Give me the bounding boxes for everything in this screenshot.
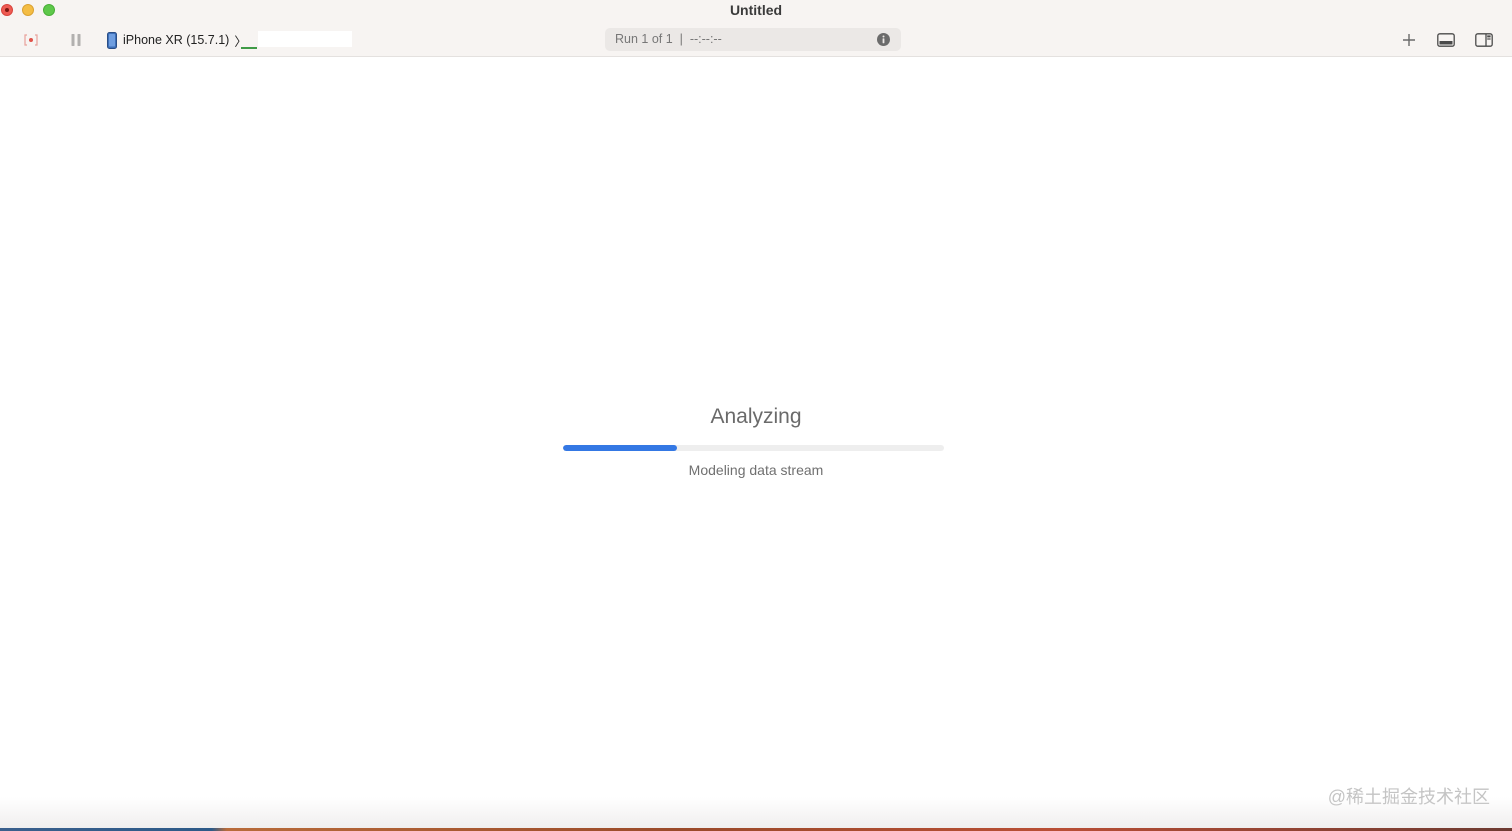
bottom-panel-icon — [1437, 33, 1455, 47]
record-icon — [24, 34, 38, 46]
analyzing-title: Analyzing — [710, 405, 802, 428]
watermark: @稀土掘金技术社区 — [1327, 787, 1490, 807]
device-target-picker[interactable]: iPhone XR (15.7.1) 〉 — [107, 29, 247, 51]
target-process-name[interactable] — [258, 31, 352, 47]
right-panel-icon — [1475, 33, 1493, 47]
run-status-field: Run 1 of 1 | --:--:-- — [605, 28, 901, 51]
device-label: iPhone XR (15.7.1) — [123, 33, 230, 47]
info-icon[interactable] — [877, 33, 890, 46]
analysis-content: Analyzing Modeling data stream — [0, 57, 1512, 831]
toggle-right-pane-button[interactable] — [1472, 29, 1496, 51]
analysis-progress-bar — [563, 445, 944, 451]
run-status-text: Run 1 of 1 | --:--:-- — [615, 32, 722, 46]
minimize-window-button[interactable] — [22, 4, 34, 16]
analysis-progress-fill — [563, 445, 678, 451]
pause-button[interactable] — [64, 30, 88, 50]
record-button[interactable] — [19, 30, 43, 50]
iphone-icon — [107, 31, 117, 49]
toolbar: Untitled iPhone XR (15.7.1) 〉 Run 1 of 1… — [0, 0, 1512, 57]
plus-icon — [1403, 34, 1415, 46]
progress-status-text: Modeling data stream — [688, 462, 824, 478]
instruments-window: Untitled iPhone XR (15.7.1) 〉 Run 1 of 1… — [0, 0, 1512, 831]
add-instrument-button[interactable] — [1397, 29, 1421, 51]
zoom-window-button[interactable] — [43, 4, 55, 16]
target-process-indicator — [241, 41, 257, 49]
window-title: Untitled — [729, 2, 783, 18]
pause-icon — [71, 34, 81, 46]
toggle-bottom-pane-button[interactable] — [1434, 29, 1458, 51]
close-window-button[interactable] — [1, 4, 13, 16]
